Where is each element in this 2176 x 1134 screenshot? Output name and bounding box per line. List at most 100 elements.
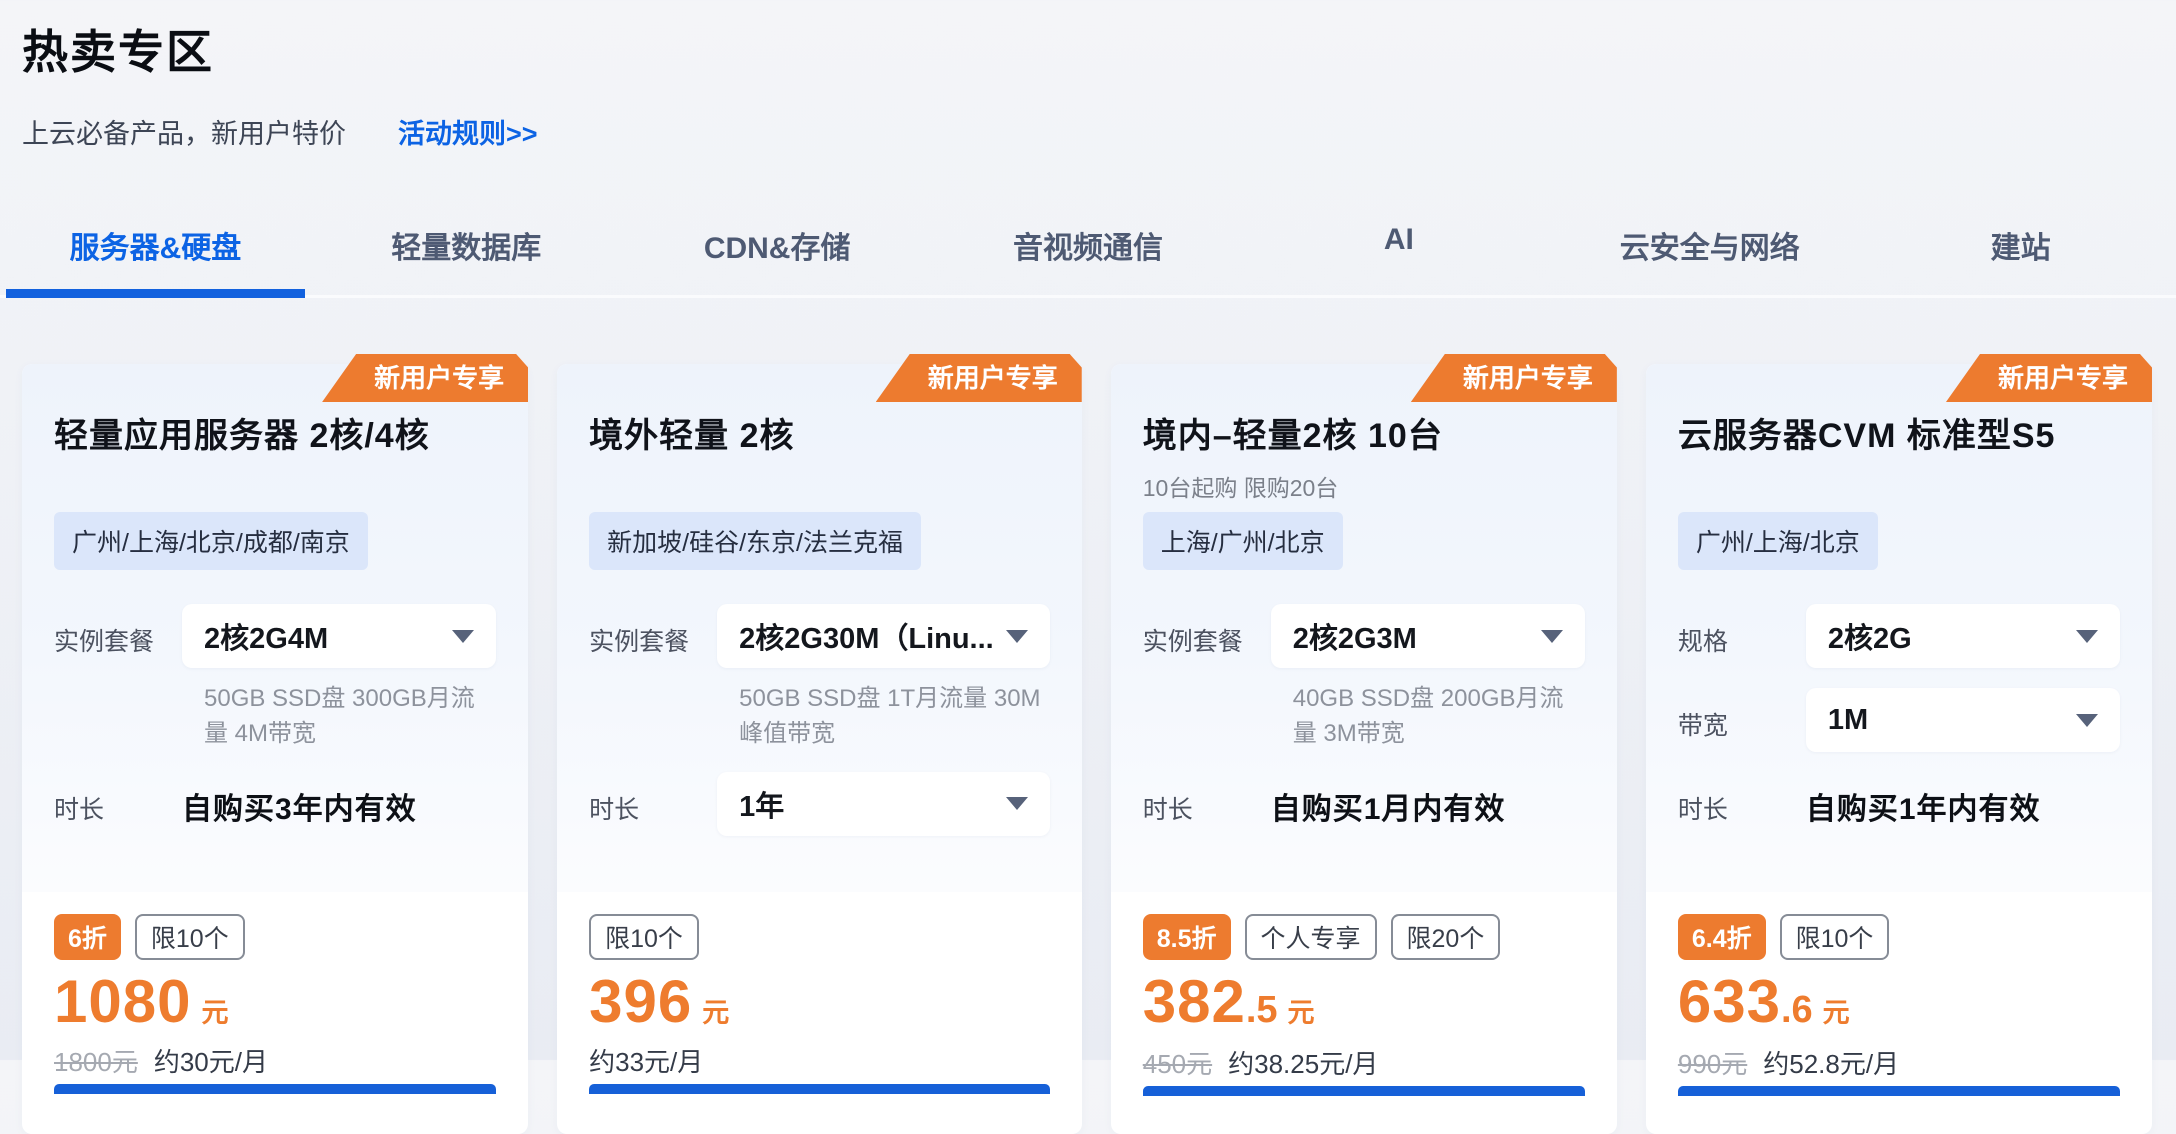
buy-button[interactable] xyxy=(1678,1086,2120,1096)
price-detail-row: 约33元/月 xyxy=(589,1042,1050,1072)
config-control: 2核2G3M 40GB SSD盘 200GB月流量 3M带宽 xyxy=(1271,604,1585,752)
select-value: 2核2G4M xyxy=(204,615,328,657)
config-control: 2核2G4M 50GB SSD盘 300GB月流量 4M带宽 xyxy=(182,604,496,752)
config-label: 时长 xyxy=(589,772,717,826)
chevron-down-icon xyxy=(1541,630,1563,643)
activity-rules-link[interactable]: 活动规则>> xyxy=(398,112,538,151)
product-title: 云服务器CVM 标准型S5 xyxy=(1678,408,2120,457)
product-title: 轻量应用服务器 2核/4核 xyxy=(54,408,496,457)
new-user-ribbon: 新用户专享 xyxy=(876,354,1082,402)
badge-row: 6折限10个 xyxy=(54,914,496,960)
discount-badge: 6.4折 xyxy=(1678,914,1766,960)
new-user-ribbon: 新用户专享 xyxy=(1411,354,1617,402)
select-value: 2核2G3M xyxy=(1293,615,1417,657)
price-unit: 元 xyxy=(1288,991,1315,1030)
badge-row: 限10个 xyxy=(589,914,1050,960)
product-title: 境外轻量 2核 xyxy=(589,408,1050,457)
discount-badge: 6折 xyxy=(54,914,121,960)
config-select-dropdown[interactable]: 1M xyxy=(1806,688,2120,752)
product-card[interactable]: 新用户专享境内–轻量2核 10台10台起购 限购20台上海/广州/北京实例套餐2… xyxy=(1111,364,1617,1134)
chevron-down-icon xyxy=(2076,630,2098,643)
card-config-section: 境内–轻量2核 10台10台起购 限购20台上海/广州/北京实例套餐2核2G3M… xyxy=(1111,364,1617,892)
tab-CDN&存储[interactable]: CDN&存储 xyxy=(622,223,933,295)
card-price-section: 6折限10个 1080元 1800元约30元/月 xyxy=(22,892,528,1094)
config-select-dropdown[interactable]: 2核2G xyxy=(1806,604,2120,668)
price-detail-row: 1800元约30元/月 xyxy=(54,1042,496,1072)
config-row: 时长自购买1年内有效 xyxy=(1678,772,2120,828)
limit-badge: 限10个 xyxy=(135,914,245,960)
config-label: 规格 xyxy=(1678,604,1806,658)
config-rows: 实例套餐2核2G30M（Linu... 50GB SSD盘 1T月流量 30M峰值… xyxy=(589,604,1050,836)
product-card[interactable]: 新用户专享境外轻量 2核新加坡/硅谷/东京/法兰克福实例套餐2核2G30M（Li… xyxy=(557,364,1082,1134)
buy-button[interactable] xyxy=(589,1084,1050,1094)
config-control: 2核2G30M（Linu... 50GB SSD盘 1T月流量 30M峰值带宽 xyxy=(717,604,1050,752)
page-header: 热卖专区 上云必备产品，新用户特价 活动规则>> xyxy=(0,0,2176,151)
product-card[interactable]: 新用户专享轻量应用服务器 2核/4核广州/上海/北京/成都/南京实例套餐2核2G… xyxy=(22,364,528,1134)
config-row: 实例套餐 2核2G4M 50GB SSD盘 300GB月流量 4M带宽 xyxy=(54,604,496,752)
page-subtitle: 上云必备产品，新用户特价 xyxy=(22,112,346,151)
config-control: 1年 xyxy=(717,772,1050,836)
card-config-section: 轻量应用服务器 2核/4核广州/上海/北京/成都/南京实例套餐2核2G4M50G… xyxy=(22,364,528,892)
tab-建站[interactable]: 建站 xyxy=(1865,223,2176,295)
tab-音视频通信[interactable]: 音视频通信 xyxy=(933,223,1244,295)
page-title: 热卖专区 xyxy=(22,16,2152,82)
tab-云安全与网络[interactable]: 云安全与网络 xyxy=(1554,223,1865,295)
buy-button[interactable] xyxy=(54,1084,496,1094)
tab-轻量数据库[interactable]: 轻量数据库 xyxy=(311,223,622,295)
price: 633.6元 xyxy=(1678,974,2120,1032)
config-control: 1M xyxy=(1806,688,2120,752)
limit-badge: 个人专享 xyxy=(1245,914,1377,960)
category-tab-bar: 服务器&硬盘轻量数据库CDN&存储音视频通信AI云安全与网络建站 xyxy=(0,223,2176,298)
config-control: 自购买1月内有效 xyxy=(1271,772,1585,828)
config-row: 时长自购买3年内有效 xyxy=(54,772,496,828)
config-label: 实例套餐 xyxy=(589,604,717,658)
monthly-price: 约52.8元/月 xyxy=(1763,1044,1899,1074)
card-title-area: 境内–轻量2核 10台10台起购 限购20台 xyxy=(1143,408,1585,512)
original-price: 990元 xyxy=(1678,1044,1747,1074)
product-card[interactable]: 新用户专享云服务器CVM 标准型S5广州/上海/北京规格2核2G带宽1M时长自购… xyxy=(1646,364,2152,1134)
chevron-down-icon xyxy=(1006,630,1028,643)
original-price: 1800元 xyxy=(54,1042,138,1072)
config-control: 自购买3年内有效 xyxy=(182,772,496,828)
tab-服务器&硬盘[interactable]: 服务器&硬盘 xyxy=(0,223,311,295)
card-price-section: 8.5折个人专享限20个382.5元450元约38.25元/月 xyxy=(1111,892,1617,1096)
subtitle-row: 上云必备产品，新用户特价 活动规则>> xyxy=(22,112,2152,151)
select-value: 2核2G xyxy=(1828,615,1912,657)
new-user-ribbon: 新用户专享 xyxy=(322,354,528,402)
config-label: 实例套餐 xyxy=(54,604,182,658)
card-title-area: 境外轻量 2核 xyxy=(589,408,1050,512)
config-control: 2核2G xyxy=(1806,604,2120,668)
config-static-value: 自购买1月内有效 xyxy=(1271,772,1585,828)
spec-description: 50GB SSD盘 300GB月流量 4M带宽 xyxy=(204,682,496,752)
buy-button[interactable] xyxy=(1143,1086,1585,1096)
config-row: 实例套餐2核2G30M（Linu... 50GB SSD盘 1T月流量 30M峰值… xyxy=(589,604,1050,752)
monthly-price: 约33元/月 xyxy=(589,1042,703,1072)
config-label: 时长 xyxy=(1143,772,1271,826)
tab-AI[interactable]: AI xyxy=(1243,223,1554,295)
config-select-dropdown[interactable]: 1年 xyxy=(717,772,1050,836)
price-unit: 元 xyxy=(1823,991,1850,1030)
card-title-area: 云服务器CVM 标准型S5 xyxy=(1678,408,2120,512)
region-tag: 新加坡/硅谷/东京/法兰克福 xyxy=(589,512,921,570)
product-card-row: 新用户专享轻量应用服务器 2核/4核广州/上海/北京/成都/南京实例套餐2核2G… xyxy=(0,364,2176,1134)
config-static-value: 自购买3年内有效 xyxy=(182,772,496,828)
region-tag: 上海/广州/北京 xyxy=(1143,512,1343,570)
config-select-dropdown[interactable]: 2核2G30M（Linu... xyxy=(717,604,1050,668)
card-config-section: 云服务器CVM 标准型S5广州/上海/北京规格2核2G带宽1M时长自购买1年内有… xyxy=(1646,364,2152,892)
config-row: 带宽1M xyxy=(1678,688,2120,752)
spec-description: 50GB SSD盘 1T月流量 30M峰值带宽 xyxy=(739,682,1050,752)
config-label: 实例套餐 xyxy=(1143,604,1271,658)
price-unit: 元 xyxy=(702,991,729,1030)
config-select-dropdown[interactable]: 2核2G4M xyxy=(182,604,496,668)
price-decimal: .6 xyxy=(1781,989,1813,1032)
price: 1080元 xyxy=(54,974,496,1030)
product-title: 境内–轻量2核 10台 xyxy=(1143,408,1585,457)
card-price-section: 限10个396元约33元/月 xyxy=(557,892,1082,1094)
chevron-down-icon xyxy=(2076,714,2098,727)
price: 382.5元 xyxy=(1143,974,1585,1032)
spec-description: 40GB SSD盘 200GB月流量 3M带宽 xyxy=(1293,682,1585,752)
config-select-dropdown[interactable]: 2核2G3M xyxy=(1271,604,1585,668)
limit-badge: 限10个 xyxy=(589,914,699,960)
badge-row: 6.4折限10个 xyxy=(1678,914,2120,960)
config-rows: 规格 2核2G 带宽1M 时长自购买1年内有效 xyxy=(1678,604,2120,828)
